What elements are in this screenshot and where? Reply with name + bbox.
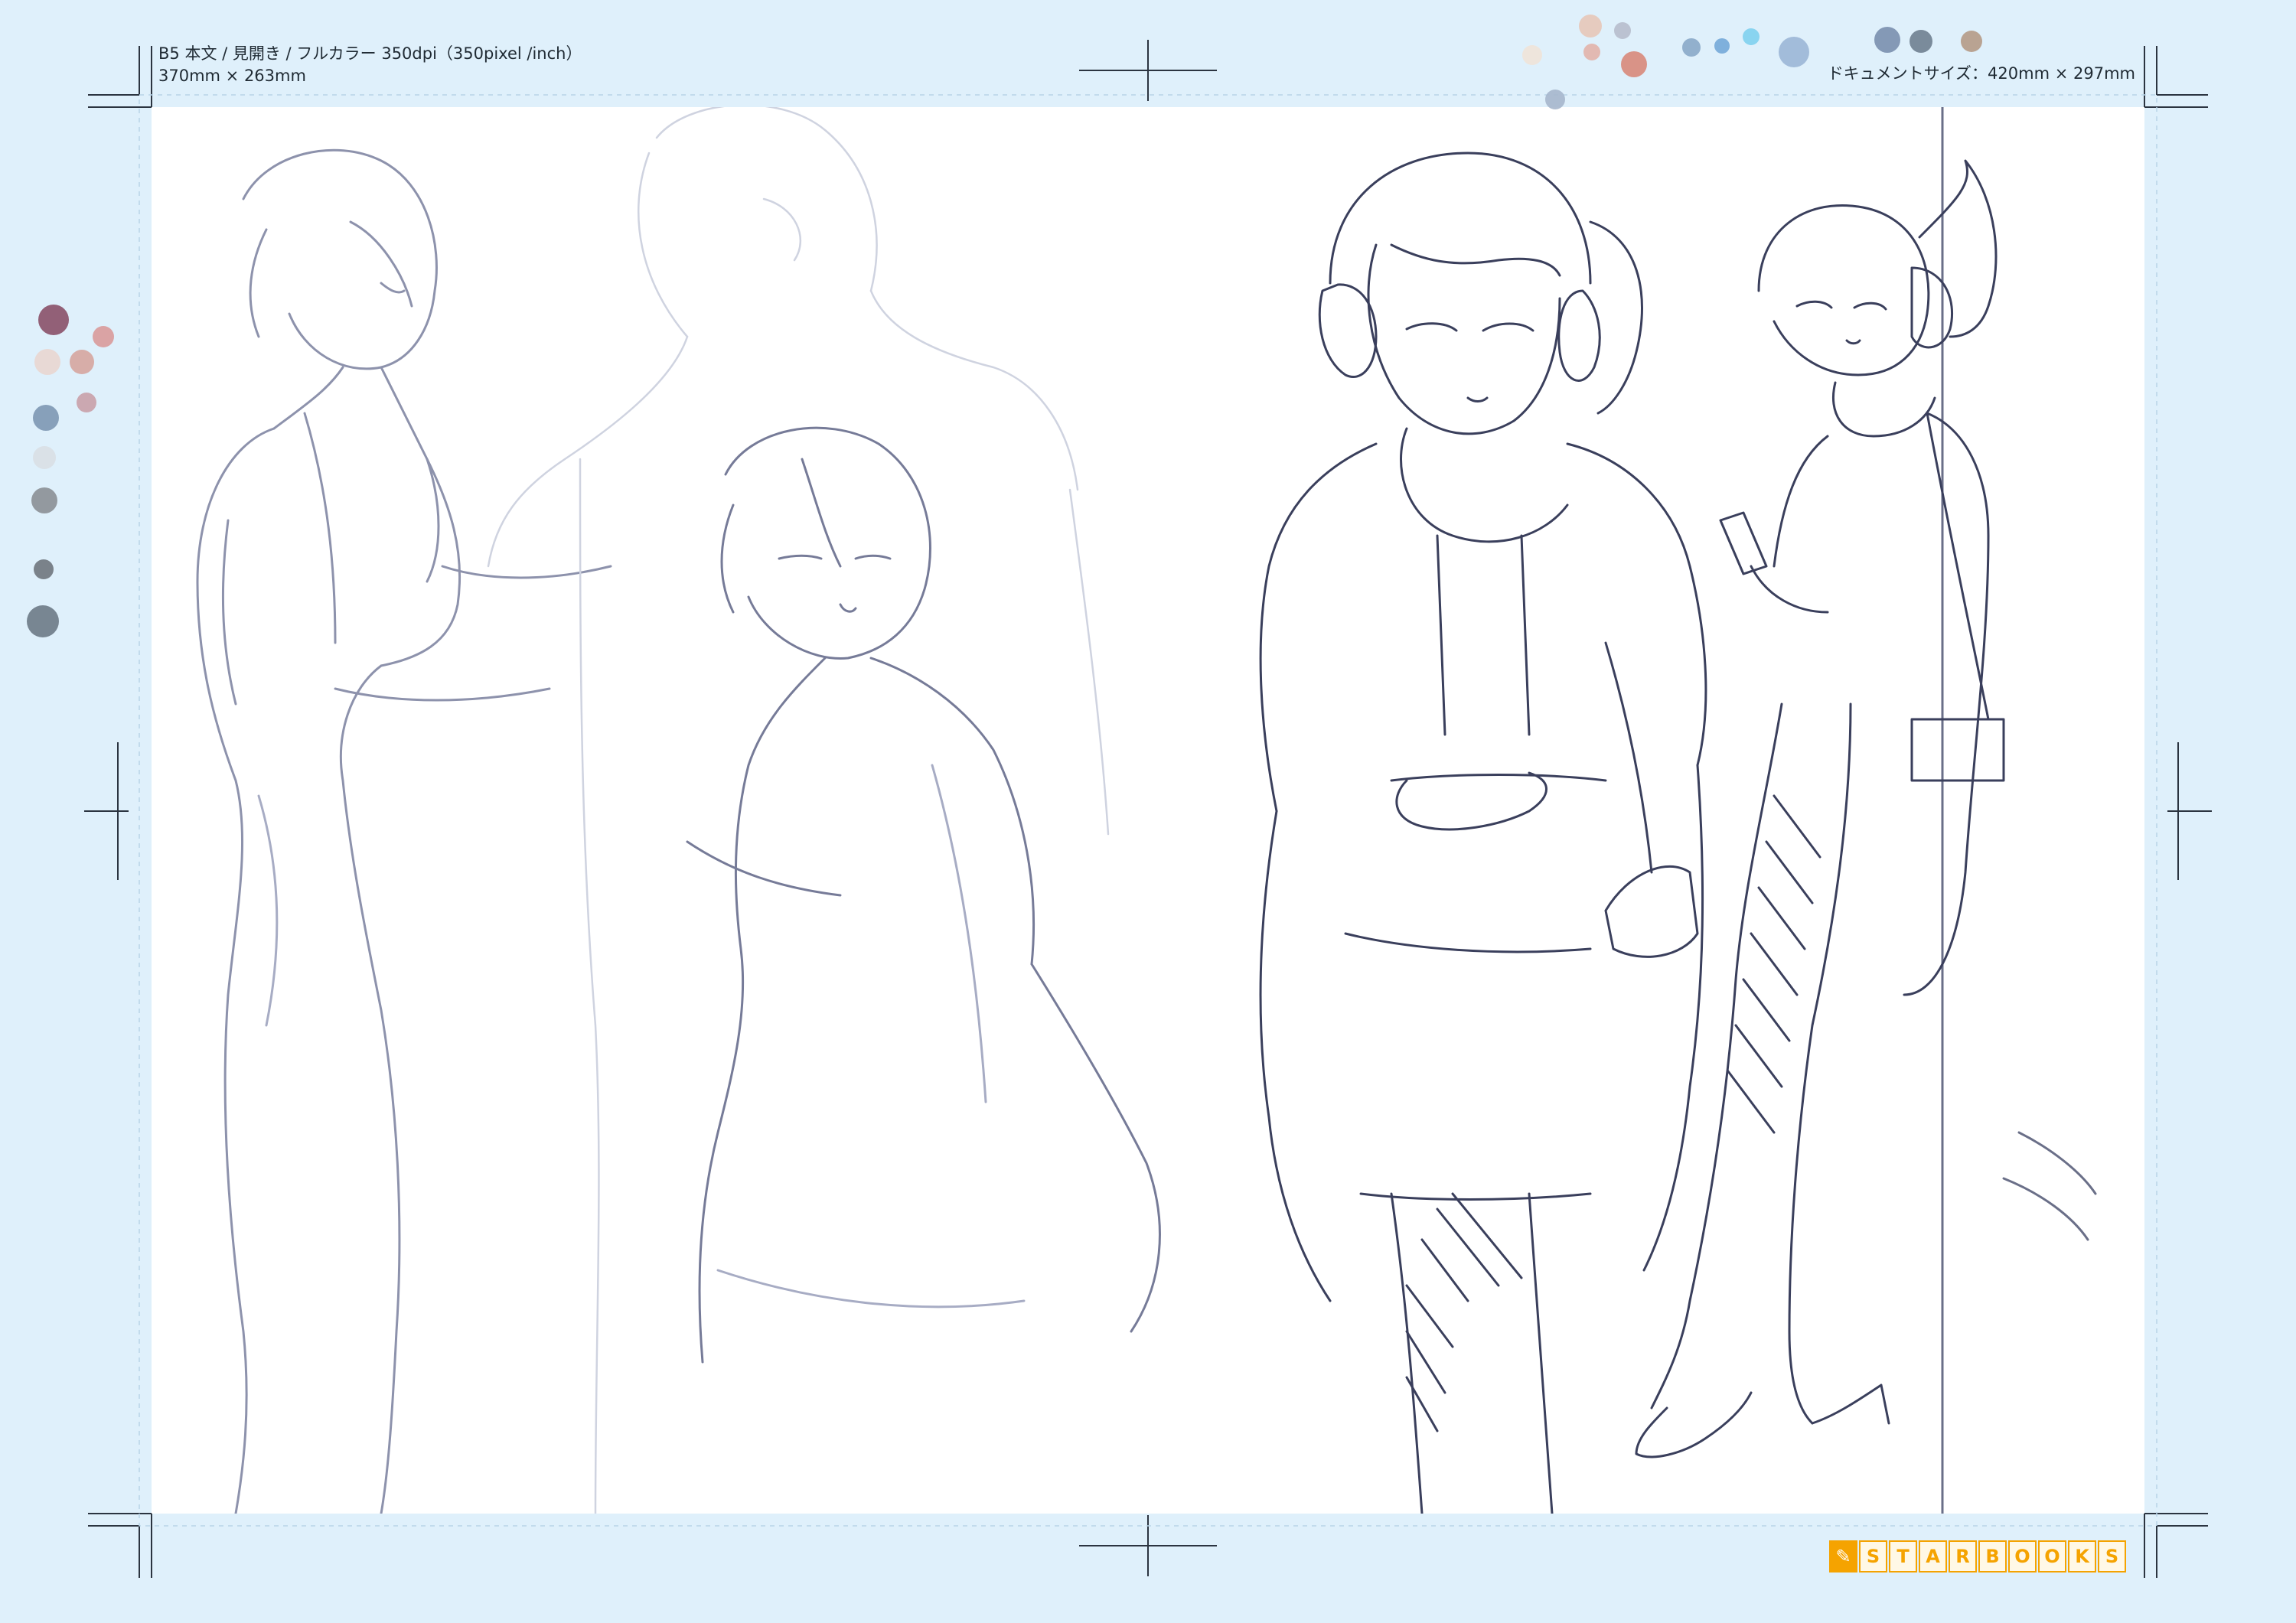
paint-swatch [1779,37,1809,67]
crop-mark-top-left [88,46,152,108]
center-mark-top [1079,40,1217,101]
paint-swatch [31,487,57,513]
color-palette [27,15,1982,637]
paint-swatch [77,393,96,412]
paint-swatch [27,605,59,637]
logo-letter: K [2068,1540,2096,1572]
crop-mark-bottom-left [88,1513,152,1578]
crop-mark-bottom-right [2144,1513,2208,1578]
print-guides [27,15,2212,1578]
paint-swatch [1682,38,1701,57]
logo-letter: T [1889,1540,1917,1572]
bleed-guide [139,94,2157,1527]
paint-swatch [33,405,59,431]
paint-swatch [34,349,60,375]
center-mark-left [84,742,129,880]
logo-letter: O [2038,1540,2066,1572]
center-mark-bottom [1079,1515,1217,1576]
paint-swatch [34,559,54,579]
paint-swatch [1621,51,1647,77]
center-mark-right [2167,742,2212,880]
logo-letter: R [1949,1540,1977,1572]
crop-mark-top-right [2144,46,2208,108]
paint-swatch [1714,38,1730,54]
logo-letter: A [1919,1540,1947,1572]
logo-letter: S [2098,1540,2126,1572]
logo-letter: B [1978,1540,2007,1572]
artboard: B5 本文 / 見開き / フルカラー 350dpi（350pixel /inc… [0,0,2296,1623]
paint-swatch [1579,15,1602,37]
paint-swatch [1910,30,1932,53]
paint-swatch [1743,28,1760,45]
paint-swatch [1874,27,1900,53]
logo-letter: O [2008,1540,2037,1572]
logo-letter: S [1859,1540,1887,1572]
paint-swatch [70,350,94,374]
paint-swatch [33,446,56,469]
paint-swatch [93,326,114,347]
pen-icon: ✎ [1829,1540,1857,1572]
starbooks-logo: ✎ S T A R B O O K S [1829,1540,2126,1572]
paint-swatch [1583,44,1600,60]
paint-swatch [1545,90,1565,109]
paint-swatch [1522,45,1542,65]
paint-swatch [1961,31,1982,52]
paint-swatch [1614,22,1631,39]
paint-swatch [38,305,69,335]
